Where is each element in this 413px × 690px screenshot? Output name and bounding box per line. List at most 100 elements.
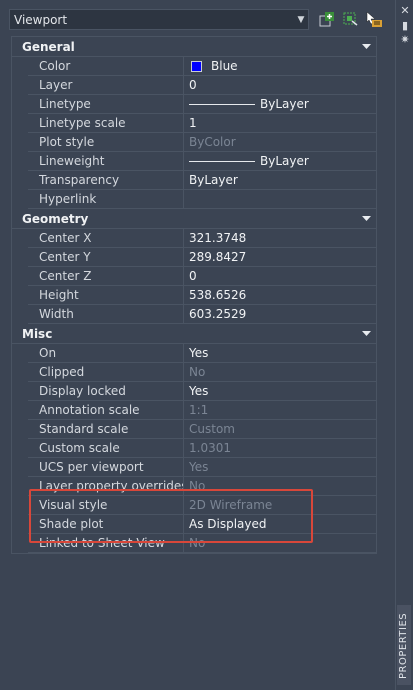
toggle-pickadd-button[interactable] — [318, 10, 336, 28]
chevron-down-icon: ▼ — [297, 14, 305, 25]
properties-side-tab[interactable]: PROPERTIES — [397, 605, 411, 685]
object-type-dropdown[interactable]: Viewport ▼ — [9, 9, 309, 30]
property-label: Standard scale — [28, 420, 184, 438]
property-label: Center Z — [28, 267, 184, 285]
property-value[interactable]: 1 — [184, 114, 376, 132]
property-value-text: 538.6526 — [189, 288, 247, 302]
property-value-text: 1.0301 — [189, 441, 231, 455]
property-value[interactable] — [184, 190, 376, 208]
property-value-text: ByLayer — [260, 154, 309, 168]
property-row-custom-scale[interactable]: Custom scale 1.0301 — [28, 439, 376, 458]
property-value-text: Blue — [211, 59, 238, 73]
property-value-text: 321.3748 — [189, 231, 247, 245]
property-row-ucs-per-viewport[interactable]: UCS per viewport Yes — [28, 458, 376, 477]
color-swatch — [191, 60, 202, 72]
property-row-transparency[interactable]: Transparency ByLayer — [28, 171, 376, 190]
section-header-misc[interactable]: Misc — [12, 324, 376, 344]
property-value-text: Custom — [189, 422, 235, 436]
property-label: Plot style — [28, 133, 184, 151]
section-header-general[interactable]: General — [12, 37, 376, 57]
property-row-annotation-scale[interactable]: Annotation scale 1:1 — [28, 401, 376, 420]
select-objects-button[interactable] — [341, 10, 359, 28]
property-value-text: No — [189, 365, 206, 379]
property-value-text: Yes — [189, 460, 209, 474]
collapse-caret-icon[interactable] — [356, 215, 376, 222]
property-value-text: Yes — [189, 346, 209, 360]
properties-palette: Viewport ▼ ✕ ▮ ✷ PROPERTIES General Colo… — [0, 0, 413, 690]
property-row-linetype[interactable]: Linetype ByLayer — [28, 95, 376, 114]
property-value[interactable]: Yes — [184, 344, 376, 362]
property-label: Width — [28, 305, 184, 323]
property-value[interactable]: ByLayer — [184, 95, 376, 113]
property-value[interactable]: Blue — [184, 57, 376, 75]
property-value-text: ByLayer — [189, 173, 238, 187]
property-row-linetype-scale[interactable]: Linetype scale 1 — [28, 114, 376, 133]
property-value[interactable]: 289.8427 — [184, 248, 376, 266]
auto-hide-icon[interactable]: ▮ — [399, 20, 411, 32]
property-value[interactable]: ByLayer — [184, 152, 376, 170]
property-row-color[interactable]: Color Blue — [28, 57, 376, 76]
property-value-text: Yes — [189, 384, 209, 398]
close-icon[interactable]: ✕ — [399, 5, 411, 17]
property-label: Center Y — [28, 248, 184, 266]
property-row-width[interactable]: Width 603.2529 — [28, 305, 376, 324]
quick-select-icon — [366, 10, 382, 27]
property-row-layer[interactable]: Layer 0 — [28, 76, 376, 95]
property-value[interactable]: Yes — [184, 382, 376, 400]
line-sample-icon — [189, 160, 255, 162]
pickadd-icon — [319, 12, 334, 27]
property-value: 1:1 — [184, 401, 376, 419]
property-row-hyperlink[interactable]: Hyperlink — [28, 190, 376, 209]
property-value-text: 1:1 — [189, 403, 209, 417]
collapse-caret-icon[interactable] — [356, 43, 376, 50]
section-title: Misc — [22, 326, 53, 341]
property-label: Display locked — [28, 382, 184, 400]
collapse-caret-icon[interactable] — [356, 330, 376, 337]
property-label: Center X — [28, 229, 184, 247]
property-label: Linetype scale — [28, 114, 184, 132]
property-value-text: ByColor — [189, 135, 236, 149]
palette-title-strip: ✕ ▮ ✷ — [395, 0, 413, 690]
property-label: Annotation scale — [28, 401, 184, 419]
property-value: Yes — [184, 458, 376, 476]
property-label: Hyperlink — [28, 190, 184, 208]
object-selector-bar: Viewport ▼ — [0, 0, 413, 40]
select-objects-icon — [343, 12, 358, 26]
property-value[interactable]: 603.2529 — [184, 305, 376, 323]
property-row-plot-style[interactable]: Plot style ByColor — [28, 133, 376, 152]
section-rows: Center X 321.3748 Center Y 289.8427 Center Z… — [28, 229, 376, 324]
property-value[interactable]: 538.6526 — [184, 286, 376, 304]
property-row-on[interactable]: On Yes — [28, 344, 376, 363]
property-row-height[interactable]: Height 538.6526 — [28, 286, 376, 305]
property-value[interactable]: 0 — [184, 76, 376, 94]
properties-menu-icon[interactable]: ✷ — [399, 34, 411, 46]
property-row-center-z[interactable]: Center Z 0 — [28, 267, 376, 286]
property-value: 1.0301 — [184, 439, 376, 457]
property-value[interactable]: ByLayer — [184, 171, 376, 189]
property-value[interactable]: 0 — [184, 267, 376, 285]
property-label: On — [28, 344, 184, 362]
property-row-lineweight[interactable]: Lineweight ByLayer — [28, 152, 376, 171]
property-grid: General Color Blue Layer 0 Linetype ByLayer Lin… — [11, 36, 377, 554]
property-row-standard-scale[interactable]: Standard scale Custom — [28, 420, 376, 439]
section-header-geometry[interactable]: Geometry — [12, 209, 376, 229]
property-label: Height — [28, 286, 184, 304]
property-row-clipped[interactable]: Clipped No — [28, 363, 376, 382]
property-row-center-y[interactable]: Center Y 289.8427 — [28, 248, 376, 267]
line-sample-icon — [189, 103, 255, 105]
object-type-value: Viewport — [14, 12, 68, 27]
property-value-text: 1 — [189, 116, 197, 130]
property-value-text: 0 — [189, 269, 197, 283]
quick-select-button[interactable] — [365, 10, 383, 28]
property-label: Clipped — [28, 363, 184, 381]
property-row-center-x[interactable]: Center X 321.3748 — [28, 229, 376, 248]
property-label: Custom scale — [28, 439, 184, 457]
property-label: UCS per viewport — [28, 458, 184, 476]
property-value: No — [184, 363, 376, 381]
property-value-text: 0 — [189, 78, 197, 92]
property-value-text: ByLayer — [260, 97, 309, 111]
property-row-display-locked[interactable]: Display locked Yes — [28, 382, 376, 401]
highlight-box — [29, 489, 313, 543]
property-label: Layer — [28, 76, 184, 94]
property-value[interactable]: 321.3748 — [184, 229, 376, 247]
